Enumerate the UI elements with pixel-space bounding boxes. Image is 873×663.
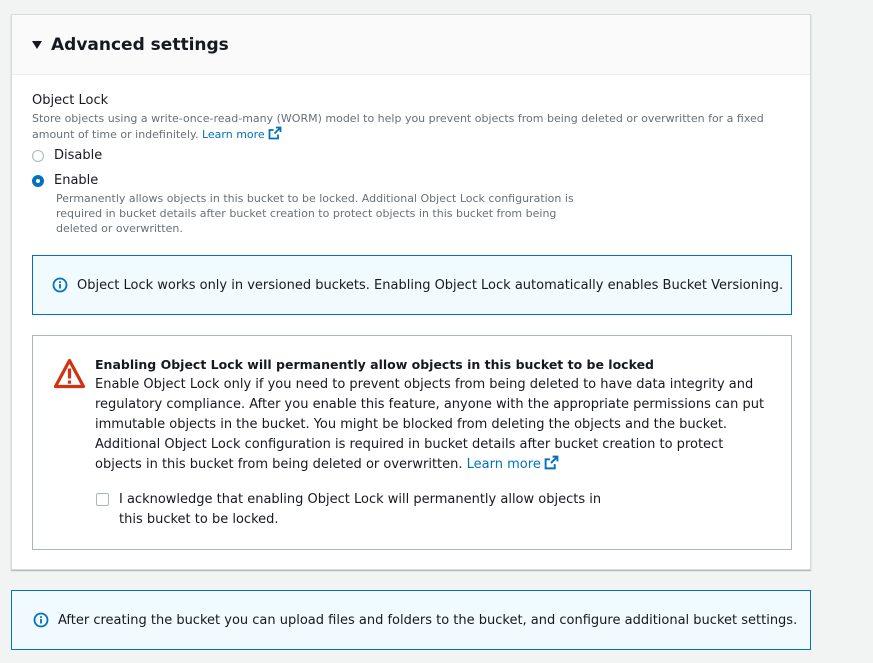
caret-down-icon[interactable] — [32, 40, 42, 49]
versioning-info-text: Object Lock works only in versioned buck… — [77, 277, 784, 293]
advanced-settings-title: Advanced settings — [51, 34, 229, 55]
external-link-icon — [544, 455, 559, 470]
warning-title: Enabling Object Lock will permanently al… — [95, 357, 654, 372]
radio-disable[interactable]: Disable — [32, 148, 102, 163]
radio-disable-label: Disable — [54, 148, 103, 163]
warning-learn-more-link[interactable]: Learn more — [466, 455, 559, 472]
bucket-creation-info-alert: After creating the bucket you can upload… — [11, 590, 811, 650]
warning-learn-more-label: Learn more — [466, 457, 541, 472]
info-icon — [52, 277, 68, 293]
bucket-creation-info-text: After creating the bucket you can upload… — [58, 612, 798, 628]
object-lock-description: Store objects using a write-once-read-ma… — [32, 111, 767, 142]
warning-body-text: Enable Object Lock only if you need to p… — [95, 377, 765, 472]
warning-body: Enable Object Lock only if you need to p… — [95, 375, 765, 475]
external-link-icon — [268, 126, 282, 140]
advanced-settings-panel: Advanced settings Object Lock Store obje… — [11, 14, 811, 570]
radio-enable-button[interactable] — [32, 174, 44, 187]
acknowledge-checkbox[interactable] — [96, 493, 109, 506]
versioning-info-alert: Object Lock works only in versioned buck… — [32, 255, 792, 315]
info-icon — [33, 612, 49, 628]
object-lock-warning: Enabling Object Lock will permanently al… — [32, 335, 792, 550]
learn-more-label: Learn more — [201, 128, 265, 141]
advanced-settings-header[interactable]: Advanced settings — [12, 15, 810, 75]
radio-enable[interactable]: Enable — [32, 173, 98, 188]
radio-disable-button[interactable] — [32, 149, 44, 162]
learn-more-link[interactable]: Learn more — [201, 126, 282, 141]
object-lock-description-text: Store objects using a write-once-read-ma… — [32, 112, 764, 141]
radio-enable-label: Enable — [54, 173, 99, 188]
object-lock-label: Object Lock — [32, 93, 109, 108]
enable-description: Permanently allows objects in this bucke… — [56, 192, 574, 235]
acknowledge-label[interactable]: I acknowledge that enabling Object Lock … — [119, 490, 609, 530]
warning-icon — [53, 358, 86, 389]
